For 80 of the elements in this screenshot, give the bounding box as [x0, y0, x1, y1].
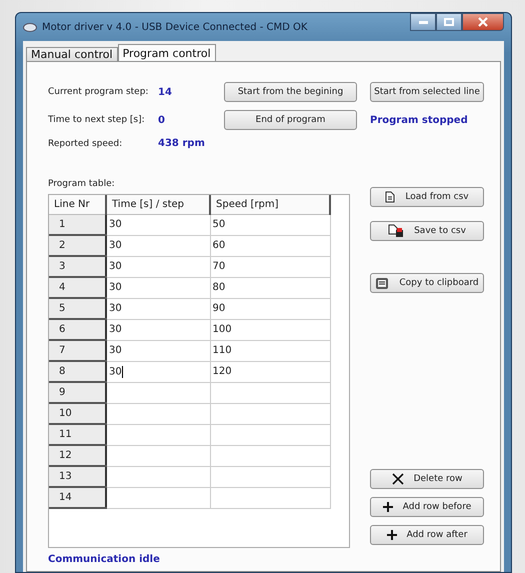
column-header[interactable]: Time [s] / step — [106, 195, 210, 214]
row-header[interactable]: 11 — [49, 424, 106, 445]
add-row-button[interactable]: Add row after — [370, 525, 484, 545]
minimize-icon — [418, 20, 428, 24]
row-header[interactable]: 14 — [49, 487, 106, 508]
row-header[interactable]: 12 — [49, 445, 106, 466]
field-label: Time to next step [s]: — [48, 115, 146, 125]
program-state: Program stopped — [370, 114, 469, 126]
table-cell[interactable]: 80 — [210, 277, 330, 298]
table-cell[interactable]: 50 — [210, 214, 330, 235]
table-cell[interactable] — [210, 445, 330, 466]
tab[interactable]: Manual control — [26, 47, 118, 62]
field-value: 438 rpm — [158, 138, 206, 149]
table-cell[interactable]: 30 — [106, 340, 210, 361]
row-header[interactable]: 1 — [49, 214, 106, 235]
close-icon — [478, 17, 488, 27]
field-value: 0 — [158, 114, 166, 126]
start-button[interactable]: Start from selected line — [370, 82, 484, 102]
row-header[interactable]: 5 — [49, 298, 106, 319]
document-icon — [385, 191, 396, 203]
table-cell[interactable] — [106, 382, 210, 403]
row-header[interactable]: 10 — [49, 403, 106, 424]
save-csv-button[interactable]: Save to csv — [370, 221, 484, 241]
table-cell[interactable]: 30 — [106, 277, 210, 298]
table-cell[interactable] — [106, 403, 210, 424]
table-cell[interactable] — [210, 466, 330, 487]
table-cell[interactable] — [210, 403, 330, 424]
row-header[interactable]: 7 — [49, 340, 106, 361]
table-cell[interactable]: 120 — [210, 361, 330, 382]
minimize-button[interactable] — [410, 13, 436, 31]
add-row-button[interactable]: Add row before — [370, 497, 484, 517]
maximize-button[interactable] — [436, 13, 462, 31]
table-cell[interactable]: 110 — [210, 340, 330, 361]
app-icon — [23, 22, 37, 32]
copy-button[interactable]: Copy to clipboard — [370, 273, 484, 293]
table-cell[interactable] — [210, 487, 330, 508]
table-cell[interactable]: 30 — [106, 361, 210, 382]
load-csv-button[interactable]: Load from csv — [370, 187, 484, 207]
table-cell[interactable]: 30 — [106, 256, 210, 277]
row-header[interactable]: 4 — [49, 277, 106, 298]
end-button[interactable]: End of program — [224, 110, 357, 130]
document-disk-icon — [388, 224, 404, 238]
table-cell[interactable]: 70 — [210, 256, 330, 277]
table-cell[interactable]: 100 — [210, 319, 330, 340]
table-title: Program table: — [48, 179, 115, 189]
close-button[interactable] — [462, 13, 504, 31]
close-icon — [392, 473, 404, 485]
table-cell[interactable]: 30 — [106, 319, 210, 340]
row-header[interactable]: 3 — [49, 256, 106, 277]
column-header[interactable]: Line Nr — [49, 195, 106, 214]
row-header[interactable]: 8 — [49, 361, 106, 382]
table-cell[interactable]: 60 — [210, 235, 330, 256]
tab[interactable]: Program control — [118, 44, 216, 62]
table-cell[interactable] — [210, 424, 330, 445]
table-cell[interactable] — [106, 445, 210, 466]
table-cell[interactable]: 30 — [106, 214, 210, 235]
row-header[interactable]: 6 — [49, 319, 106, 340]
table-cell[interactable]: 90 — [210, 298, 330, 319]
communication-status: Communication idle — [48, 554, 161, 565]
row-header[interactable]: 9 — [49, 382, 106, 403]
field-label: Reported speed: — [48, 138, 124, 148]
row-header[interactable]: 2 — [49, 235, 106, 256]
field-label: Current program step: — [48, 87, 150, 97]
clipboard-icon — [375, 276, 390, 290]
text-cursor — [122, 366, 123, 378]
delete-row-button[interactable]: Delete row — [370, 469, 484, 489]
table-cell[interactable] — [210, 382, 330, 403]
table-cell[interactable]: 30 — [106, 235, 210, 256]
table-cell[interactable] — [106, 466, 210, 487]
row-header[interactable]: 13 — [49, 466, 106, 487]
table-cell[interactable] — [106, 424, 210, 445]
column-header[interactable]: Speed [rpm] — [210, 195, 330, 214]
window-title: Motor driver v 4.0 - USB Device Connected - CMD OK — [42, 22, 308, 32]
plus-icon — [386, 530, 397, 540]
maximize-icon — [444, 18, 454, 26]
table-cell[interactable] — [106, 487, 210, 508]
field-value: 14 — [158, 86, 173, 98]
plus-icon — [382, 502, 393, 512]
table-cell[interactable]: 30 — [106, 298, 210, 319]
start-button[interactable]: Start from the begining — [224, 82, 357, 102]
